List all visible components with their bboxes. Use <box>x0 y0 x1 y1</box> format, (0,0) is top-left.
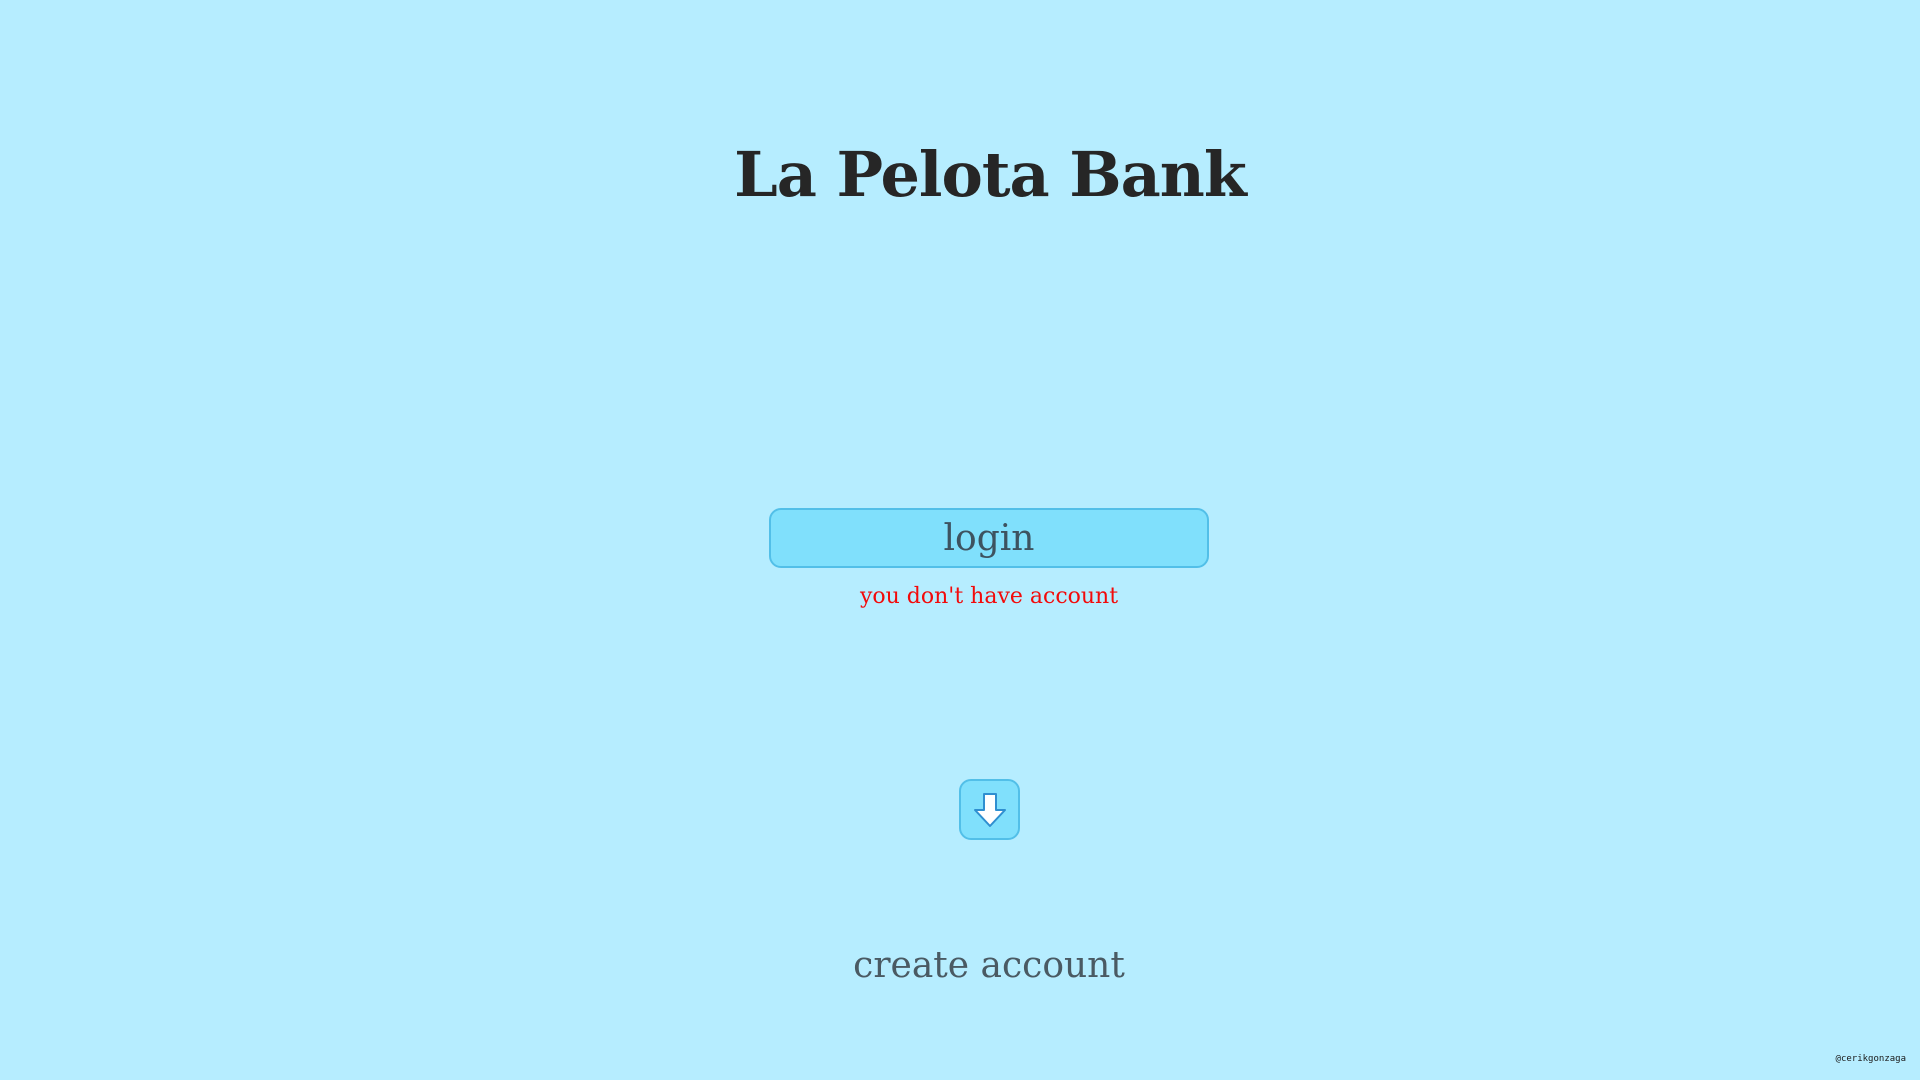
page: La Pelota Bank login you don't have acco… <box>0 0 1920 1080</box>
arrow-down-icon <box>973 792 1006 827</box>
credit-text: @cerikgonzaga <box>1835 1054 1906 1064</box>
page-title: La Pelota Bank <box>734 138 1247 211</box>
error-message: you don't have account <box>859 584 1119 609</box>
scroll-down-button[interactable] <box>959 779 1020 840</box>
login-button-label: login <box>943 517 1035 559</box>
login-button[interactable]: login <box>769 508 1209 568</box>
create-account-link[interactable]: create account <box>769 945 1209 986</box>
